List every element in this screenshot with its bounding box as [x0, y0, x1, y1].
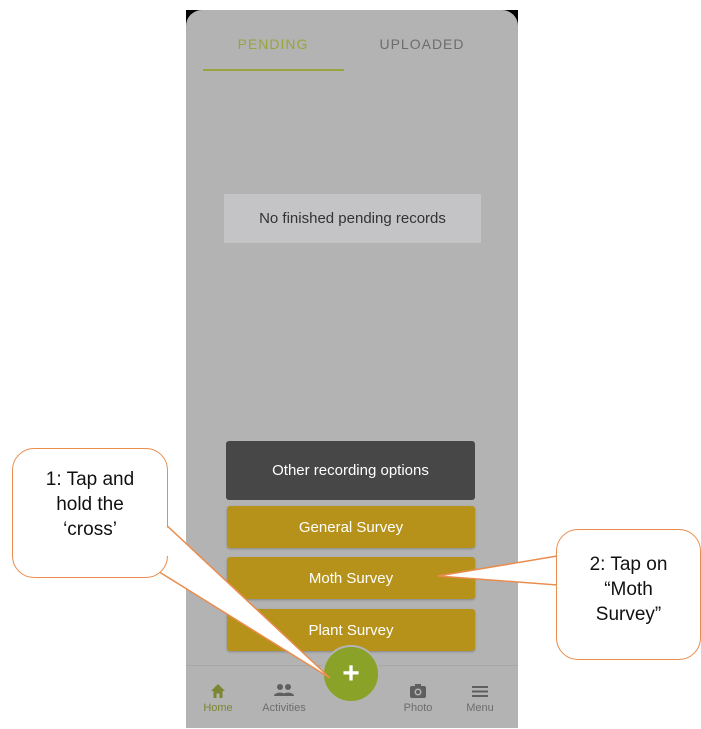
callout-step-2-line-3: Survey” [595, 604, 662, 625]
callout-step-1-line-2: hold the [56, 494, 124, 515]
callout-2-pointer [437, 555, 558, 586]
callout-1-pointer [139, 521, 331, 679]
callout-step-2: 2: Tap on “Moth Survey” [556, 529, 701, 660]
callout-step-2-line-1: 2: Tap on [589, 554, 668, 575]
callout-step-1-line-1: 1: Tap and [45, 469, 135, 490]
tutorial-stage: PENDING UPLOADED No finished pending rec… [0, 0, 701, 729]
callout-step-1-line-3: ‘cross’ [63, 519, 117, 540]
callout-step-2-line-2: “Moth [604, 579, 653, 600]
callout-step-1: 1: Tap and hold the ‘cross’ [12, 448, 168, 578]
